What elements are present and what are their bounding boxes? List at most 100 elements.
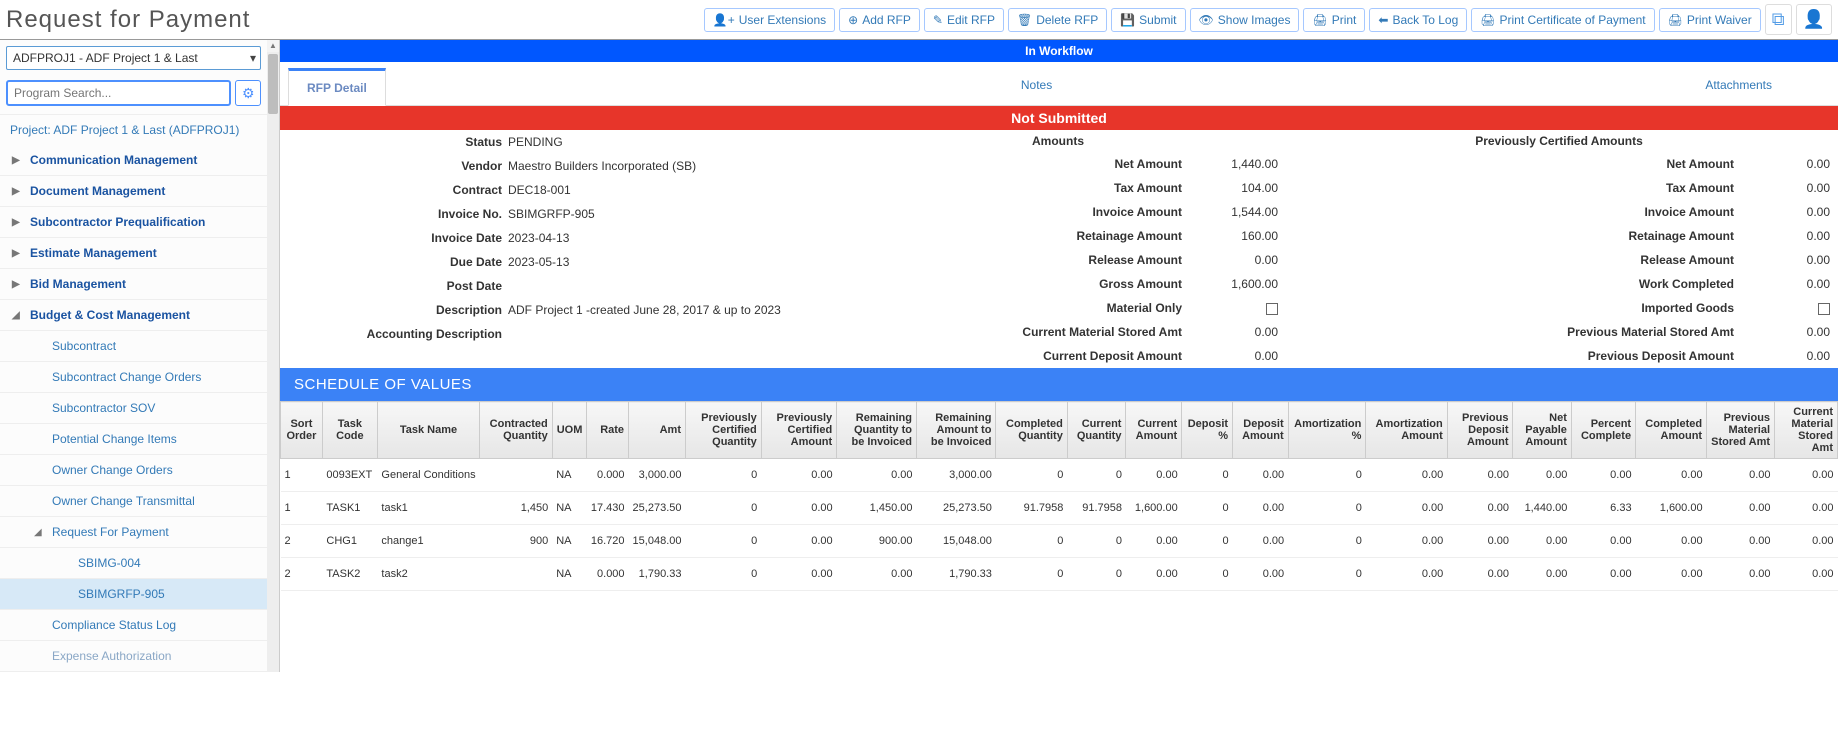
- sidebar-scrollbar[interactable]: ▲: [267, 40, 279, 672]
- table-cell: 0.000: [587, 459, 629, 492]
- sidebar-label: Budget & Cost Management: [30, 308, 190, 322]
- sov-col-header[interactable]: Deposit Amount: [1233, 402, 1289, 459]
- sov-col-header[interactable]: Previous Deposit Amount: [1447, 402, 1513, 459]
- sov-col-header[interactable]: Deposit %: [1182, 402, 1233, 459]
- print-icon: 🖨: [1312, 13, 1327, 27]
- scroll-up-icon[interactable]: ▲: [267, 40, 279, 52]
- sidebar-label: Request For Payment: [52, 525, 169, 539]
- table-cell: task2: [377, 558, 479, 591]
- sov-col-header[interactable]: Sort Order: [281, 402, 323, 459]
- show-images-button[interactable]: 👁Show Images: [1190, 8, 1300, 32]
- print-cert-button[interactable]: 🖨Print Certificate of Payment: [1471, 8, 1654, 32]
- external-link-icon[interactable]: ⧉: [1765, 4, 1792, 35]
- sidebar-item-owner-change-orders[interactable]: Owner Change Orders: [0, 455, 267, 486]
- table-cell: 0: [1288, 459, 1366, 492]
- print-waiver-button[interactable]: 🖨Print Waiver: [1659, 8, 1761, 32]
- table-cell: 1,600.00: [1636, 492, 1707, 525]
- sidebar-item-potential-change-items[interactable]: Potential Change Items: [0, 424, 267, 455]
- sov-col-header[interactable]: Task Code: [322, 402, 377, 459]
- btn-label: Back To Log: [1392, 13, 1458, 27]
- tax-amount-label: Tax Amount: [838, 181, 1188, 195]
- sov-col-header[interactable]: Previously Certified Amount: [761, 402, 836, 459]
- tab-notes[interactable]: Notes: [1003, 68, 1070, 105]
- sidebar-item-request-for-payment[interactable]: ◢ Request For Payment: [0, 517, 267, 548]
- user-profile-icon[interactable]: 👤: [1796, 4, 1832, 35]
- project-line[interactable]: Project: ADF Project 1 & Last (ADFPROJ1): [0, 114, 267, 145]
- project-select-value: ADFPROJ1 - ADF Project 1 & Last: [13, 51, 198, 65]
- status-label: Status: [288, 135, 508, 149]
- sidebar-item-rfp-sbimg004[interactable]: SBIMG-004: [0, 548, 267, 579]
- table-row[interactable]: 10093EXTGeneral ConditionsNA0.0003,000.0…: [281, 459, 1838, 492]
- table-row[interactable]: 1TASK1task11,450NA17.43025,273.5000.001,…: [281, 492, 1838, 525]
- tab-rfp-detail[interactable]: RFP Detail: [288, 68, 386, 106]
- table-cell: 0.00: [1233, 525, 1289, 558]
- table-cell: 0: [1288, 492, 1366, 525]
- sov-col-header[interactable]: Contracted Quantity: [480, 402, 553, 459]
- sidebar-item-owner-change-transmittal[interactable]: Owner Change Transmittal: [0, 486, 267, 517]
- sidebar-item-subcontractor-sov[interactable]: Subcontractor SOV: [0, 393, 267, 424]
- invoice-amount-label: Invoice Amount: [838, 205, 1188, 219]
- table-cell: 0.00: [1775, 525, 1838, 558]
- sidebar-item-document[interactable]: ▶Document Management: [0, 176, 267, 207]
- scroll-thumb[interactable]: [268, 54, 278, 114]
- project-select[interactable]: ADFPROJ1 - ADF Project 1 & Last ▾: [6, 46, 261, 70]
- sov-col-header[interactable]: Completed Amount: [1636, 402, 1707, 459]
- sov-col-header[interactable]: Remaining Amount to be Invoiced: [917, 402, 996, 459]
- sidebar-item-estimate[interactable]: ▶Estimate Management: [0, 238, 267, 269]
- prev-deposit-amount-label: Previous Deposit Amount: [1288, 349, 1740, 363]
- contract-label: Contract: [288, 183, 508, 197]
- prev-invoice-value: 0.00: [1740, 205, 1830, 219]
- back-to-log-button[interactable]: ⬅Back To Log: [1369, 8, 1467, 32]
- material-only-checkbox[interactable]: [1266, 303, 1278, 315]
- sov-col-header[interactable]: UOM: [552, 402, 587, 459]
- tab-attachments[interactable]: Attachments: [1687, 68, 1790, 105]
- sov-col-header[interactable]: Net Payable Amount: [1513, 402, 1571, 459]
- sov-col-header[interactable]: Remaining Quantity to be Invoiced: [837, 402, 917, 459]
- sov-col-header[interactable]: Current Amount: [1126, 402, 1182, 459]
- sidebar-item-bid[interactable]: ▶ Bid Management: [0, 269, 267, 300]
- retainage-amount-label: Retainage Amount: [838, 229, 1188, 243]
- sidebar-item-subcontract[interactable]: Subcontract: [0, 331, 267, 362]
- sidebar-item-expense-authorization[interactable]: Expense Authorization: [0, 641, 267, 672]
- edit-rfp-button[interactable]: ✎Edit RFP: [924, 8, 1004, 32]
- program-search-input[interactable]: [6, 80, 231, 106]
- sov-col-header[interactable]: Current Material Stored Amt: [1775, 402, 1838, 459]
- sov-col-header[interactable]: Current Quantity: [1067, 402, 1126, 459]
- delete-rfp-button[interactable]: 🗑Delete RFP: [1008, 8, 1107, 32]
- sov-col-header[interactable]: Previously Certified Quantity: [685, 402, 761, 459]
- print-icon: 🖨: [1668, 13, 1683, 27]
- sidebar-item-compliance-status-log[interactable]: Compliance Status Log: [0, 610, 267, 641]
- table-row[interactable]: 2CHG1change1900NA16.72015,048.0000.00900…: [281, 525, 1838, 558]
- sov-col-header[interactable]: Amt: [629, 402, 686, 459]
- sidebar-label: Bid Management: [30, 277, 126, 291]
- sov-col-header[interactable]: Amortization Amount: [1366, 402, 1447, 459]
- sidebar-item-rfp-sbimgrfp905[interactable]: SBIMGRFP-905: [0, 579, 267, 610]
- sov-col-header[interactable]: Amortization %: [1288, 402, 1366, 459]
- sov-col-header[interactable]: Previous Material Stored Amt: [1707, 402, 1775, 459]
- user-extensions-button[interactable]: 👤+User Extensions: [704, 8, 835, 32]
- sov-col-header[interactable]: Rate: [587, 402, 629, 459]
- sidebar-item-communication[interactable]: ▶Communication Management: [0, 145, 267, 176]
- collapse-icon: ◢: [34, 527, 42, 538]
- sidebar-item-budget-cost[interactable]: ◢Budget & Cost Management: [0, 300, 267, 331]
- table-row[interactable]: 2TASK2task2NA0.0001,790.3300.000.001,790…: [281, 558, 1838, 591]
- sov-col-header[interactable]: Completed Quantity: [996, 402, 1067, 459]
- settings-button[interactable]: ⚙: [235, 80, 261, 106]
- print-button[interactable]: 🖨Print: [1303, 8, 1365, 32]
- table-cell: NA: [552, 525, 587, 558]
- post-date-label: Post Date: [288, 279, 508, 293]
- table-cell: 0093EXT: [322, 459, 377, 492]
- table-cell: 0.00: [1707, 492, 1775, 525]
- submit-button[interactable]: 💾Submit: [1111, 8, 1185, 32]
- table-cell: 0.00: [1571, 558, 1635, 591]
- expand-icon: ▶: [12, 279, 24, 290]
- gear-icon: ⚙: [242, 85, 255, 101]
- sov-col-header[interactable]: Task Name: [377, 402, 479, 459]
- imported-goods-checkbox[interactable]: [1818, 303, 1830, 315]
- sidebar-item-subcontractor-prequal[interactable]: ▶Subcontractor Prequalification: [0, 207, 267, 238]
- add-rfp-button[interactable]: ⊕Add RFP: [839, 8, 920, 32]
- sov-col-header[interactable]: Percent Complete: [1571, 402, 1635, 459]
- description-label: Description: [288, 303, 508, 317]
- sidebar-item-subcontract-change-orders[interactable]: Subcontract Change Orders: [0, 362, 267, 393]
- table-cell: 1,450.00: [837, 492, 917, 525]
